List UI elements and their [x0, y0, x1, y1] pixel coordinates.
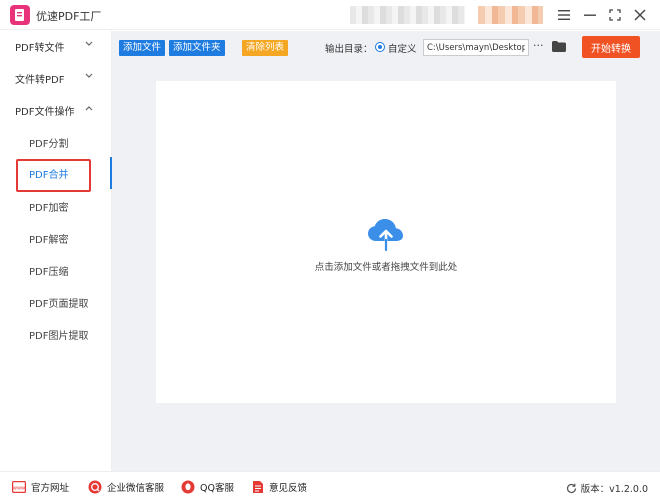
sidebar-item-pdf-split[interactable]: PDF分割: [0, 127, 111, 157]
browse-more-button[interactable]: ···: [533, 39, 544, 52]
custom-radio[interactable]: [375, 42, 385, 52]
output-path-input[interactable]: [423, 39, 529, 56]
menu-icon[interactable]: [556, 7, 572, 23]
chevron-down-icon: [85, 41, 93, 46]
file-drop-zone[interactable]: 点击添加文件或者拖拽文件到此处: [156, 81, 616, 403]
clear-list-button[interactable]: 清除列表: [242, 40, 289, 56]
sidebar-item-pdf-compress[interactable]: PDF压缩: [0, 255, 111, 285]
app-logo-icon: [10, 5, 30, 25]
feedback-link[interactable]: 意见反馈: [252, 480, 307, 494]
sidebar-group-pdf-to-file[interactable]: PDF转文件: [0, 31, 111, 61]
sidebar-item-label: PDF图片提取: [29, 330, 89, 342]
sidebar-item-label: PDF页面提取: [29, 298, 89, 310]
add-folder-button[interactable]: 添加文件夹: [169, 40, 225, 56]
sidebar-item-label: PDF解密: [29, 234, 69, 246]
start-convert-button[interactable]: 开始转换: [582, 36, 640, 58]
wechat-service-label: 企业微信客服: [107, 483, 165, 494]
chevron-down-icon: [85, 73, 93, 78]
sidebar-item-pdf-image-extract[interactable]: PDF图片提取: [0, 319, 111, 349]
sidebar-group-file-to-pdf[interactable]: 文件转PDF: [0, 63, 111, 93]
bottom-bar: www 官方网址 企业微信客服 QQ客服 意见反馈 版本：v1.2.0.0: [0, 471, 660, 502]
feedback-icon: [253, 481, 263, 493]
official-website-link[interactable]: www 官方网址: [12, 480, 69, 494]
sidebar-group-label: 文件转PDF: [15, 74, 65, 86]
sidebar-item-label: PDF加密: [29, 202, 69, 214]
sidebar-item-label: PDF分割: [29, 138, 69, 150]
sidebar-item-pdf-encrypt[interactable]: PDF加密: [0, 191, 111, 221]
sidebar-item-pdf-page-extract[interactable]: PDF页面提取: [0, 287, 111, 317]
sidebar-group-label: PDF文件操作: [15, 106, 75, 118]
main-panel: 添加文件 添加文件夹 清除列表 输出目录： 自定义 ··· 开始转换 点击添加文…: [112, 31, 660, 471]
qq-service-label: QQ客服: [200, 483, 234, 494]
drop-hint-text: 点击添加文件或者拖拽文件到此处: [314, 262, 458, 273]
output-dir-label: 输出目录：: [325, 44, 373, 55]
toolbar: 添加文件 添加文件夹 清除列表 输出目录： 自定义 ··· 开始转换: [112, 31, 660, 65]
close-icon[interactable]: [632, 7, 648, 23]
sidebar-group-pdf-operations[interactable]: PDF文件操作: [0, 95, 111, 125]
minimize-icon[interactable]: [582, 7, 598, 23]
blurred-avatar-region: [478, 6, 543, 24]
maximize-icon[interactable]: [607, 7, 623, 23]
website-icon: www: [12, 481, 26, 493]
sidebar-item-pdf-merge[interactable]: PDF合并: [0, 158, 111, 192]
app-title: 优速PDF工厂: [36, 10, 102, 23]
version-label: 版本：v1.2.0.0: [580, 484, 648, 495]
add-file-button[interactable]: 添加文件: [119, 40, 166, 56]
title-bar: 优速PDF工厂: [0, 0, 660, 30]
version-info[interactable]: 版本：v1.2.0.0: [566, 481, 648, 495]
chevron-up-icon: [85, 106, 93, 111]
cloud-upload-icon: [368, 219, 403, 251]
sidebar-group-label: PDF转文件: [15, 42, 65, 54]
folder-icon[interactable]: [552, 41, 566, 52]
wechat-service-link[interactable]: 企业微信客服: [88, 480, 164, 494]
custom-radio-label[interactable]: 自定义: [388, 41, 417, 55]
sidebar: PDF转文件 文件转PDF PDF文件操作 PDF分割 PDF合并 PDF加密 …: [0, 31, 112, 471]
refresh-icon: [566, 483, 576, 493]
sidebar-item-pdf-decrypt[interactable]: PDF解密: [0, 223, 111, 253]
qq-service-link[interactable]: QQ客服: [181, 480, 234, 494]
selection-highlight-box: [16, 159, 91, 192]
wechat-icon: [88, 480, 102, 494]
feedback-label: 意见反馈: [269, 483, 308, 494]
sidebar-item-label: PDF压缩: [29, 266, 69, 278]
official-website-label: 官方网址: [31, 483, 70, 494]
svg-text:www: www: [13, 485, 25, 491]
qq-icon: [181, 480, 195, 494]
blurred-region: [350, 6, 465, 24]
